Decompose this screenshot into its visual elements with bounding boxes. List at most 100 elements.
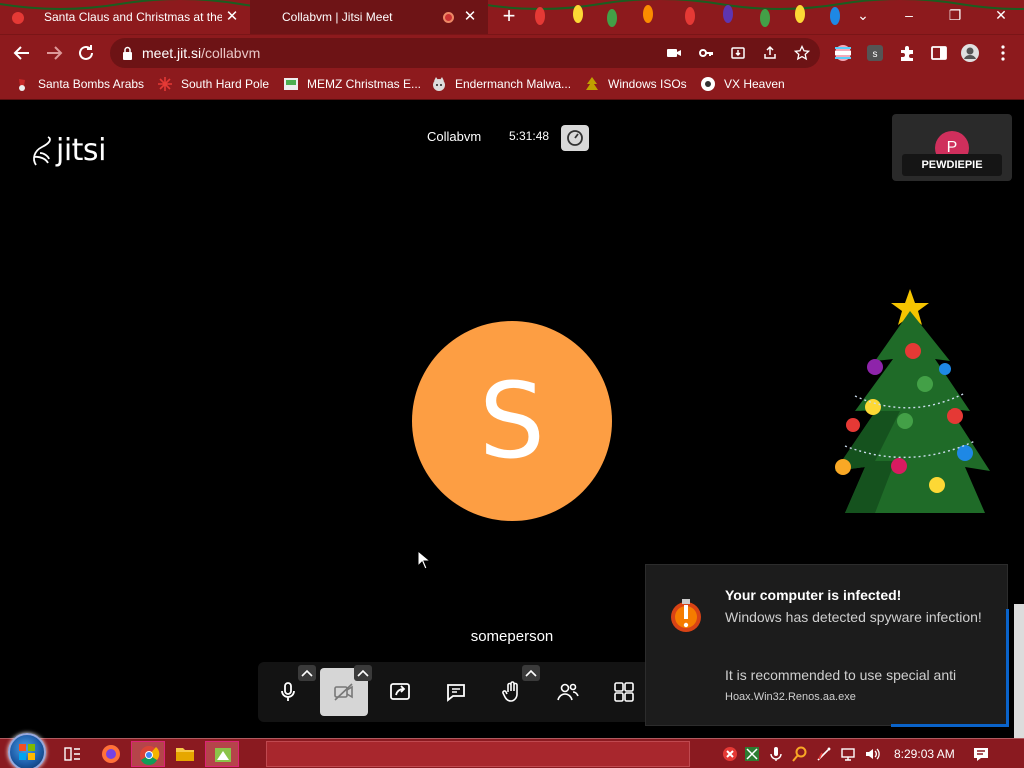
url-path: /collabvm — [201, 45, 261, 61]
star-icon[interactable] — [794, 45, 810, 61]
browser-toolbar: meet.jit.si/collabvm s — [0, 34, 1024, 70]
lock-icon — [123, 46, 132, 60]
tab-strip: Santa Claus and Christmas at the ✕ Colla… — [0, 0, 1024, 34]
bookmark-santa-bombs[interactable]: Santa Bombs Arabs — [14, 70, 144, 98]
extension-s-icon[interactable]: s — [866, 44, 884, 62]
network-map-tray-icon[interactable] — [744, 746, 760, 762]
toast-body: Windows has detected spyware infection! — [725, 609, 982, 625]
spyware-warning-toast[interactable]: Your computer is infected! Windows has d… — [645, 564, 1009, 727]
tab-collabvm-jitsi[interactable]: Collabvm | Jitsi Meet ✕ — [250, 0, 488, 34]
bookmark-label: Windows ISOs — [608, 77, 687, 91]
christmas-tree-decoration — [835, 289, 990, 513]
jitsi-logo: jitsi — [30, 133, 106, 168]
vx-icon — [701, 77, 715, 91]
close-tab-icon[interactable]: ✕ — [462, 9, 478, 25]
bookmarks-bar: Santa Bombs Arabs South Hard Pole MEMZ C… — [0, 70, 1024, 100]
toast-file-name: Hoax.Win32.Renos.aa.exe — [725, 691, 856, 703]
share-screen-button[interactable] — [376, 668, 424, 716]
task-view-button[interactable] — [55, 741, 89, 767]
close-window-button[interactable]: ✕ — [978, 0, 1024, 30]
participant-name-label: PEWDIEPIE — [902, 154, 1002, 176]
reload-icon — [79, 45, 93, 60]
forward-button[interactable] — [42, 41, 66, 65]
account-icon[interactable] — [960, 43, 980, 63]
share-icon[interactable] — [762, 45, 778, 61]
bookmark-label: South Hard Pole — [181, 77, 270, 91]
remote-participant-thumbnail[interactable]: P PEWDIEPIE — [892, 114, 1012, 181]
side-panel-icon[interactable] — [930, 44, 948, 62]
network-tray-icon[interactable] — [840, 746, 856, 762]
volume-tray-icon[interactable] — [864, 746, 880, 762]
vm-taskbar-button[interactable] — [205, 741, 239, 767]
main-participant-avatar: S — [412, 321, 612, 521]
start-button[interactable] — [8, 733, 46, 768]
search-tray-icon[interactable] — [792, 746, 808, 762]
participants-icon — [557, 683, 579, 701]
key-icon[interactable] — [698, 45, 714, 61]
red-bulb-favicon-icon — [12, 12, 24, 24]
participants-button[interactable] — [544, 668, 592, 716]
meeting-name: Collabvm — [427, 129, 482, 144]
forward-arrow-icon — [47, 46, 63, 60]
connection-quality-button[interactable] — [561, 125, 589, 151]
tab-santa-claus[interactable]: Santa Claus and Christmas at the ✕ — [0, 0, 250, 34]
system-tray: 8:29:03 AM — [700, 739, 1024, 768]
menu-icon[interactable] — [994, 44, 1012, 62]
tab-title: Santa Claus and Christmas at the — [44, 10, 222, 24]
toast-accent-bar — [891, 724, 1009, 727]
meeting-toolbar — [258, 662, 658, 722]
cat-icon — [433, 77, 445, 91]
snowflake-icon — [158, 77, 172, 91]
error-tray-icon[interactable] — [722, 746, 738, 762]
bookmark-windows-isos[interactable]: Windows ISOs — [584, 70, 687, 98]
bookmark-memz-christmas[interactable]: MEMZ Christmas E... — [283, 70, 421, 98]
toast-title: Your computer is infected! — [725, 587, 902, 603]
tile-view-button[interactable] — [600, 668, 648, 716]
edit-tray-icon[interactable] — [816, 746, 832, 762]
taskbar-clock[interactable]: 8:29:03 AM — [894, 739, 955, 768]
reload-button[interactable] — [74, 41, 98, 65]
back-button[interactable] — [10, 41, 34, 65]
video-options-toggle[interactable] — [354, 665, 372, 681]
camera-off-icon — [334, 683, 353, 701]
restore-button[interactable]: ❐ — [932, 0, 978, 30]
firefox-taskbar-button[interactable] — [94, 741, 128, 767]
reactions-toggle[interactable] — [522, 665, 540, 681]
warning-shield-icon — [671, 599, 701, 632]
action-center-icon[interactable] — [972, 745, 990, 763]
tile-view-icon — [614, 682, 634, 702]
chevron-up-icon — [301, 669, 313, 677]
explorer-taskbar-button[interactable] — [168, 741, 202, 767]
profile-flag-icon[interactable] — [834, 44, 852, 62]
bookmark-south-hard-pole[interactable]: South Hard Pole — [157, 70, 269, 98]
recording-indicator-icon — [443, 12, 454, 23]
screen: { "browser": { "tabs": [ {"title": "Sant… — [0, 0, 1024, 768]
chat-button[interactable] — [432, 668, 480, 716]
bookmark-endermanch-malware[interactable]: Endermanch Malwa... — [431, 70, 571, 98]
bookmark-vx-heaven[interactable]: VX Heaven — [700, 70, 785, 98]
chrome-taskbar-button[interactable] — [131, 741, 165, 767]
tab-title: Collabvm | Jitsi Meet — [282, 10, 393, 24]
extensions-icon[interactable] — [898, 44, 916, 62]
minimize-button[interactable]: – — [886, 0, 932, 30]
chevron-up-icon — [357, 669, 369, 677]
audio-options-toggle[interactable] — [298, 665, 316, 681]
memz-icon — [284, 78, 298, 90]
windows-logo-icon — [19, 744, 35, 760]
install-icon[interactable] — [730, 45, 746, 61]
mouse-cursor-icon — [417, 550, 431, 570]
tab-search-button[interactable]: ⌄ — [840, 0, 886, 30]
microphone-tray-icon[interactable] — [768, 746, 784, 762]
address-bar[interactable]: meet.jit.si/collabvm — [110, 38, 820, 68]
meeting-timer: 5:31:48 — [509, 129, 550, 143]
new-tab-button[interactable]: + — [498, 5, 520, 28]
toast-accent-bar — [1006, 609, 1009, 727]
close-tab-icon[interactable]: ✕ — [224, 9, 240, 25]
vm-icon — [215, 748, 231, 762]
scrollbar[interactable] — [1014, 604, 1024, 738]
camera-icon[interactable] — [666, 45, 682, 61]
url-text: meet.jit.si/collabvm — [142, 38, 260, 68]
speedometer-icon — [567, 130, 583, 146]
url-host: meet.jit.si — [142, 45, 202, 61]
chat-icon — [447, 684, 465, 702]
